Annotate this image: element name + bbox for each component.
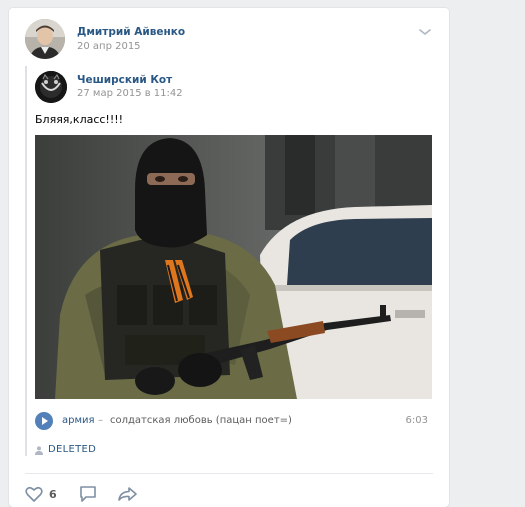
audio-separator: –	[98, 415, 103, 426]
audio-track[interactable]: армия – солдатская любовь (пацан поет=) …	[35, 410, 432, 432]
like-button[interactable]: 6	[24, 484, 64, 504]
audio-title: солдатская любовь (пацан поет=)	[110, 415, 292, 426]
audio-artist[interactable]: армия	[62, 415, 95, 426]
comment-button[interactable]	[78, 484, 98, 504]
like-count: 6	[49, 488, 57, 501]
person-icon	[35, 446, 43, 455]
author-name[interactable]: Дмитрий Айвенко	[77, 26, 185, 38]
post-date[interactable]: 20 апр 2015	[77, 41, 141, 52]
play-icon[interactable]	[35, 412, 53, 430]
chevron-down-icon[interactable]	[417, 26, 433, 38]
repost-date[interactable]: 27 мар 2015 в 11:42	[77, 88, 183, 99]
share-button[interactable]	[117, 484, 139, 504]
actions-divider	[25, 473, 433, 474]
audio-duration: 6:03	[405, 415, 428, 426]
share-icon	[118, 487, 137, 501]
post-card: Дмитрий Айвенко 20 апр 2015 Чеширский Ко…	[9, 8, 449, 507]
repost-author-avatar[interactable]	[35, 71, 67, 103]
repost-author-name[interactable]: Чеширский Кот	[77, 74, 172, 86]
repost-divider-line	[25, 66, 27, 456]
source-label[interactable]: DELETED	[48, 444, 96, 455]
heart-icon	[25, 486, 43, 502]
comment-icon	[80, 486, 96, 502]
post-photo[interactable]	[35, 135, 432, 399]
post-text: Бляяя,класс!!!!	[35, 113, 124, 126]
author-avatar[interactable]	[25, 19, 65, 59]
